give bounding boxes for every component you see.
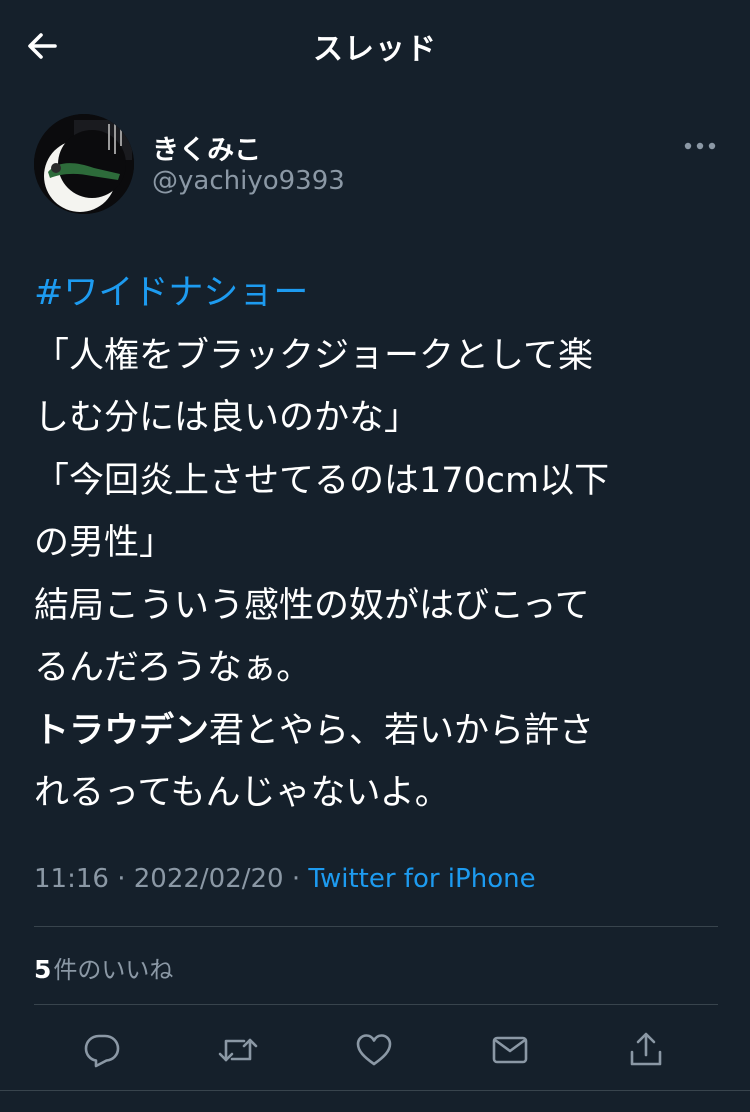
user-handle[interactable]: @yachiyo9393 — [152, 166, 345, 196]
avatar[interactable] — [34, 114, 134, 214]
retweet-button[interactable] — [210, 1022, 266, 1078]
share-button[interactable] — [618, 1022, 674, 1078]
thread-header: スレッド — [0, 0, 750, 92]
tweet-date: 2022/02/20 — [133, 864, 284, 894]
more-horizontal-icon — [684, 142, 716, 150]
like-button[interactable] — [346, 1022, 402, 1078]
divider — [34, 1004, 718, 1005]
reply-icon — [84, 1034, 120, 1068]
heart-icon — [356, 1034, 392, 1066]
more-button[interactable] — [676, 128, 724, 164]
share-icon — [630, 1032, 662, 1066]
tweet-actions — [0, 1022, 750, 1078]
page-title: スレッド — [313, 32, 437, 67]
hashtag-link[interactable]: #ワイドナショー — [34, 273, 308, 313]
likes-label: 件のいいね — [53, 956, 174, 984]
divider — [34, 926, 718, 927]
bold-name: トラウデン — [34, 710, 210, 751]
tweet-line: れるってもんじゃないよ。 — [34, 773, 450, 813]
tweet-line: 結局こういう感性の奴がはびこって — [34, 585, 590, 626]
divider — [0, 1090, 750, 1091]
tweet-time: 11:16 — [34, 864, 109, 894]
source-link[interactable]: Twitter for iPhone — [308, 864, 535, 894]
retweet-icon — [218, 1038, 258, 1062]
tweet-line-segment: 君とやら、若いから許さ — [209, 710, 595, 751]
tweet-meta: 11:16 · 2022/02/20 · Twitter for iPhone — [34, 864, 536, 894]
tweet-text: #ワイドナショー 「人権をブラックジョークとして楽 しむ分には良いのかな」 「今… — [34, 262, 724, 825]
dm-button[interactable] — [482, 1022, 538, 1078]
reply-button[interactable] — [74, 1022, 130, 1078]
tweet-line: 「今回炎上させてるのは170cm以下 — [34, 460, 610, 501]
tweet-line: しむ分には良いのかな」 — [34, 398, 420, 438]
meta-separator: · — [108, 864, 134, 894]
likes-summary[interactable]: 5件のいいね — [34, 950, 173, 985]
tweet-line: 「人権をブラックジョークとして楽 — [34, 335, 593, 376]
tweet-line: るんだろうなぁ。 — [34, 648, 312, 688]
display-name[interactable]: きくみこ — [152, 128, 261, 167]
tweet-line: の男性」 — [34, 523, 175, 563]
likes-count: 5 — [34, 955, 52, 984]
meta-separator: · — [283, 864, 309, 894]
avatar-image — [34, 114, 134, 214]
mail-icon — [492, 1036, 528, 1064]
